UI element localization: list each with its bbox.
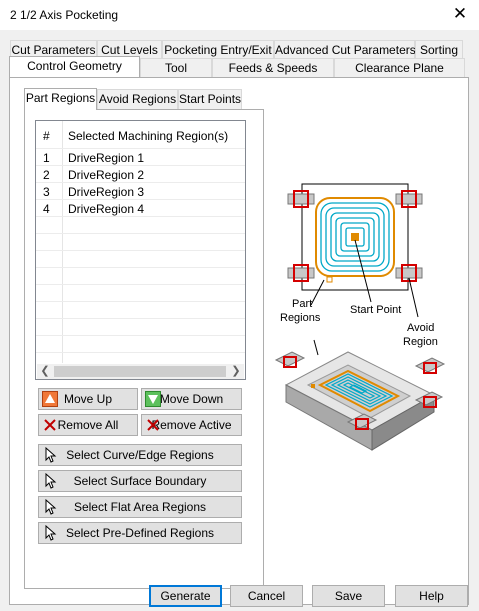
select-curve-label: Select Curve/Edge Regions — [66, 448, 214, 462]
column-header-region: Selected Machining Region(s) — [68, 129, 229, 143]
list-empty-row — [36, 285, 245, 302]
save-button[interactable]: Save — [312, 585, 385, 607]
remove-all-label: Remove All — [57, 418, 119, 432]
title-bar: 2 1/2 Axis Pocketing ✕ — [0, 0, 479, 30]
tab-control-geometry[interactable]: Control Geometry — [9, 56, 140, 77]
list-item[interactable]: 4 DriveRegion 4 — [36, 200, 245, 217]
tab-feeds-speeds[interactable]: Feeds & Speeds — [212, 58, 334, 77]
part-regions-label: Part — [292, 298, 312, 310]
list-empty-row — [36, 319, 245, 336]
top-view-diagram — [287, 183, 423, 291]
scroll-right-icon[interactable]: ❯ — [228, 364, 244, 379]
remove-all-button[interactable]: Remove All — [38, 414, 138, 436]
tab-tool[interactable]: Tool — [140, 58, 212, 77]
move-down-button[interactable]: Move Down — [141, 388, 242, 410]
row-region-name: DriveRegion 3 — [68, 185, 145, 199]
move-up-label: Move Up — [63, 392, 113, 406]
tab-clearance-plane[interactable]: Clearance Plane — [334, 58, 465, 77]
select-flat-area-regions-button[interactable]: Select Flat Area Regions — [38, 496, 242, 518]
generate-button[interactable]: Generate — [149, 585, 222, 607]
region-list[interactable]: # Selected Machining Region(s) 1 DriveRe… — [35, 120, 246, 380]
row-number: 4 — [43, 202, 50, 216]
remove-x-icon — [147, 419, 159, 431]
isometric-part-diagram — [274, 351, 446, 451]
select-predefined-label: Select Pre-Defined Regions — [65, 526, 215, 540]
move-down-label: Move Down — [159, 392, 224, 406]
scroll-left-icon[interactable]: ❮ — [37, 364, 53, 379]
cursor-arrow-icon — [45, 473, 57, 489]
move-up-icon — [42, 391, 58, 407]
row-number: 1 — [43, 151, 50, 165]
help-button[interactable]: Help — [395, 585, 468, 607]
remove-active-button[interactable]: Remove Active — [141, 414, 242, 436]
pocketing-illustration: Part Regions Start Point Avoid Region — [274, 183, 446, 451]
close-icon[interactable]: ✕ — [452, 4, 468, 24]
select-pre-defined-regions-button[interactable]: Select Pre-Defined Regions — [38, 522, 242, 544]
column-header-number: # — [43, 129, 50, 143]
list-empty-row — [36, 234, 245, 251]
list-empty-row — [36, 268, 245, 285]
part-regions-label-line2: Regions — [280, 312, 321, 324]
avoid-region-label-line2: Region — [403, 336, 438, 348]
list-empty-row — [36, 336, 245, 353]
list-empty-row — [36, 251, 245, 268]
row-number: 2 — [43, 168, 50, 182]
cursor-arrow-icon — [45, 447, 57, 463]
subtab-avoid-regions[interactable]: Avoid Regions — [97, 89, 178, 109]
row-number: 3 — [43, 185, 50, 199]
cursor-arrow-icon — [45, 499, 57, 515]
list-empty-row — [36, 217, 245, 234]
select-surface-boundary-button[interactable]: Select Surface Boundary — [38, 470, 242, 492]
list-empty-row — [36, 302, 245, 319]
horizontal-scrollbar[interactable]: ❮ ❯ — [37, 364, 244, 379]
tab-pocketing-entry-exit[interactable]: Pocketing Entry/Exit — [162, 40, 274, 59]
tab-sorting[interactable]: Sorting — [415, 40, 463, 59]
select-curve-edge-regions-button[interactable]: Select Curve/Edge Regions — [38, 444, 242, 466]
select-surface-label: Select Surface Boundary — [73, 474, 207, 488]
tab-advanced-cut-parameters[interactable]: Advanced Cut Parameters — [274, 40, 416, 59]
start-point-label: Start Point — [350, 304, 401, 316]
row-region-name: DriveRegion 4 — [68, 202, 145, 216]
move-up-button[interactable]: Move Up — [38, 388, 138, 410]
dialog-body: Cut Parameters Cut Levels Pocketing Entr… — [0, 30, 479, 611]
list-item[interactable]: 2 DriveRegion 2 — [36, 166, 245, 183]
move-down-icon — [145, 391, 161, 407]
scrollbar-thumb[interactable] — [54, 366, 226, 377]
remove-x-icon — [44, 419, 56, 431]
avoid-region-label: Avoid — [407, 322, 434, 334]
select-flat-label: Select Flat Area Regions — [73, 500, 207, 514]
window-title: 2 1/2 Axis Pocketing — [10, 8, 119, 22]
list-item[interactable]: 3 DriveRegion 3 — [36, 183, 245, 200]
list-item[interactable]: 1 DriveRegion 1 — [36, 149, 245, 166]
remove-active-label: Remove Active — [151, 418, 232, 432]
cancel-button[interactable]: Cancel — [230, 585, 303, 607]
cursor-arrow-icon — [45, 525, 57, 541]
subtab-start-points[interactable]: Start Points — [178, 89, 242, 109]
list-header: # Selected Machining Region(s) — [36, 121, 245, 149]
subtab-part-regions[interactable]: Part Regions — [24, 88, 97, 110]
row-region-name: DriveRegion 1 — [68, 151, 145, 165]
row-region-name: DriveRegion 2 — [68, 168, 145, 182]
